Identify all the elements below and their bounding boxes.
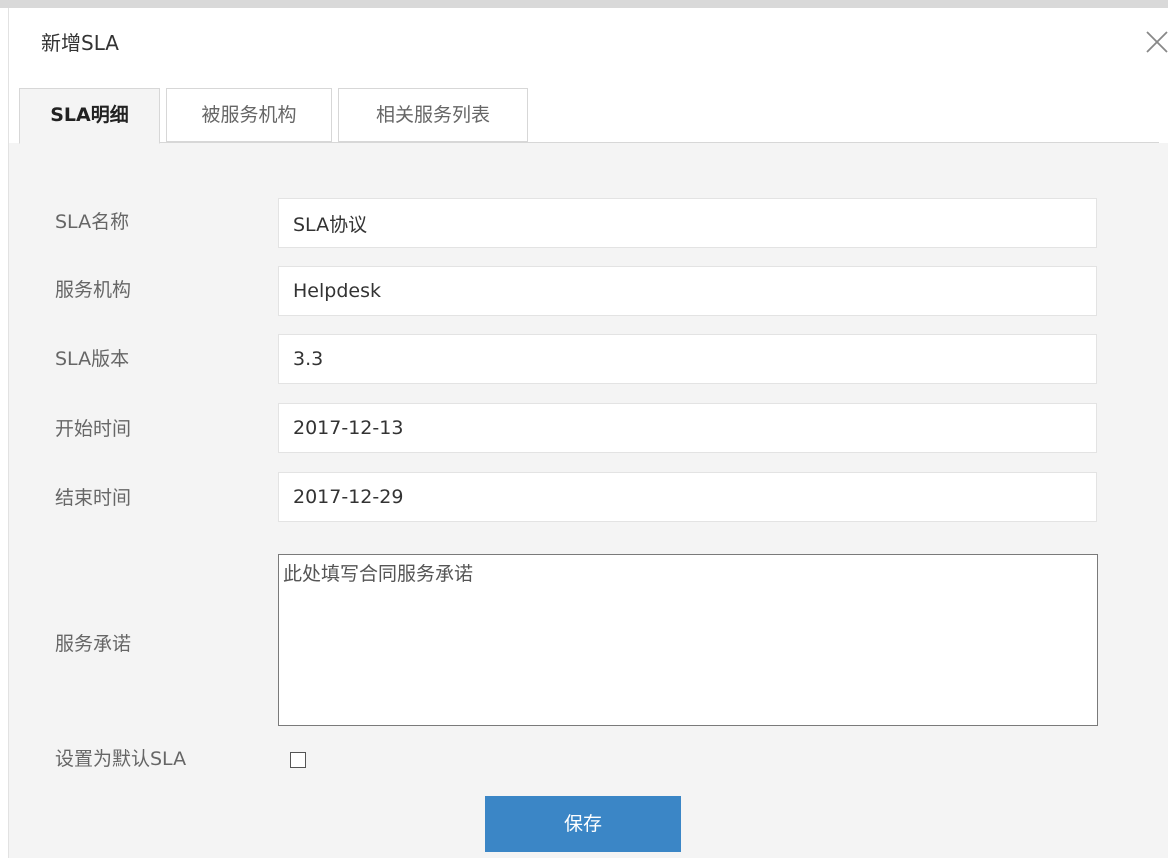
sla-name-label: SLA名称 — [55, 211, 130, 233]
save-button[interactable]: 保存 — [485, 796, 681, 852]
close-button[interactable] — [1145, 30, 1168, 54]
default-sla-label: 设置为默认SLA — [55, 748, 187, 770]
end-time-label: 结束时间 — [55, 487, 132, 509]
start-time-label: 开始时间 — [55, 418, 132, 440]
service-org-input[interactable] — [278, 266, 1097, 316]
service-commitment-textarea[interactable]: 此处填写合同服务承诺 — [278, 554, 1098, 726]
tab-bar: SLA明细 被服务机构 相关服务列表 — [9, 72, 1168, 144]
tab-served-orgs[interactable]: 被服务机构 — [166, 88, 332, 142]
sla-version-input[interactable] — [278, 334, 1097, 384]
close-icon — [1146, 31, 1168, 53]
form-content: SLA名称 服务机构 SLA版本 开始时间 结束时间 服务承诺 此处填写合同服务… — [9, 143, 1168, 858]
tab-sla-details[interactable]: SLA明细 — [19, 88, 160, 144]
add-sla-dialog: 新增SLA SLA明细 被服务机构 相关服务列表 SLA名称 服务机构 SLA版… — [8, 8, 1168, 858]
background-page-strip — [0, 0, 1168, 8]
dialog-title: 新增SLA — [41, 31, 119, 55]
service-org-label: 服务机构 — [55, 279, 132, 301]
end-time-input[interactable] — [278, 472, 1097, 522]
sla-name-input[interactable] — [278, 198, 1097, 248]
dialog-header: 新增SLA — [9, 8, 1168, 72]
start-time-input[interactable] — [278, 403, 1097, 453]
sla-version-label: SLA版本 — [55, 348, 130, 370]
service-commitment-label: 服务承诺 — [55, 633, 132, 655]
default-sla-checkbox[interactable] — [290, 752, 306, 768]
tab-related-services[interactable]: 相关服务列表 — [338, 88, 528, 142]
